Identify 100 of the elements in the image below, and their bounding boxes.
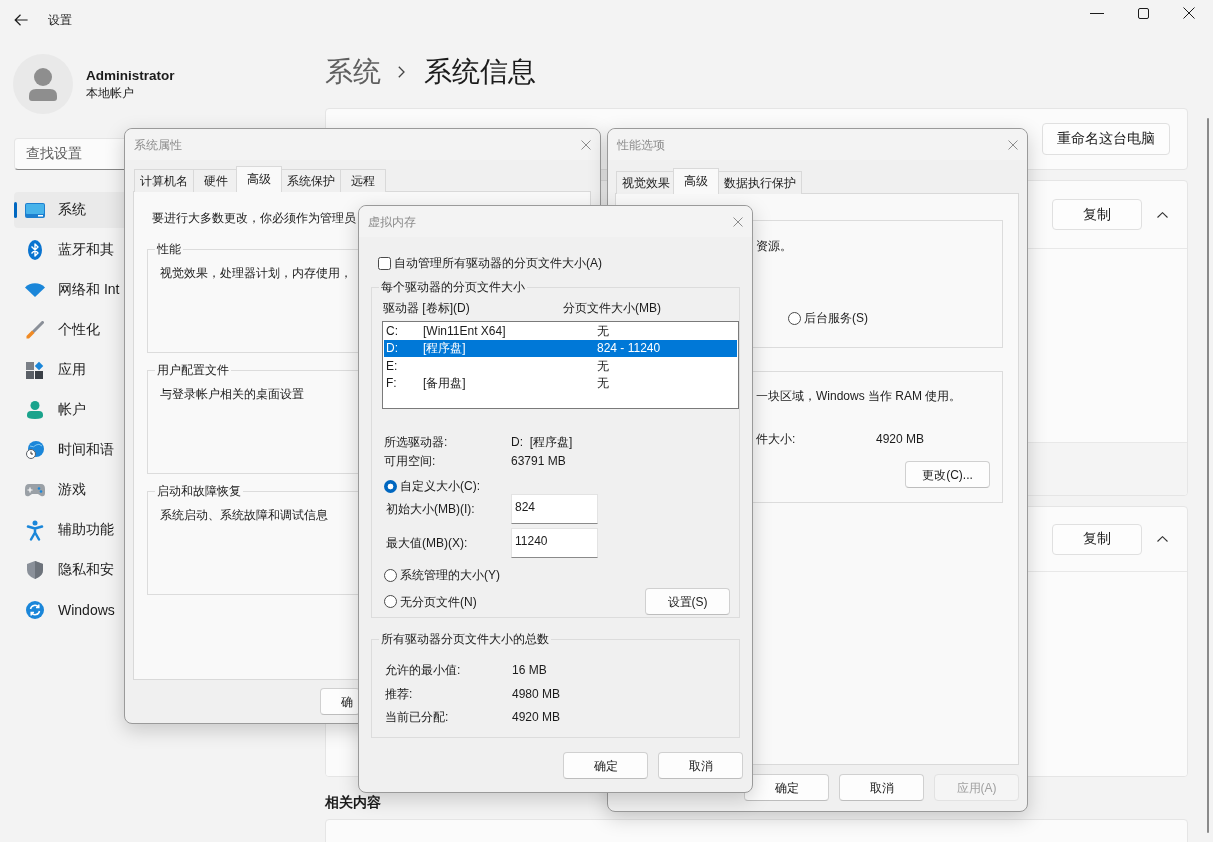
close-icon[interactable] xyxy=(1183,7,1195,19)
tab[interactable]: 计算机名 xyxy=(134,169,194,192)
volume-label: [备用盘] xyxy=(423,375,467,392)
tab[interactable]: 视觉效果 xyxy=(616,171,676,194)
group-label: 性能 xyxy=(156,241,182,257)
globe-clock-icon xyxy=(26,441,44,459)
radio-button[interactable] xyxy=(384,595,397,608)
info-label: 当前已分配: xyxy=(385,709,450,725)
volume-label: [Win11Ent X64] xyxy=(423,322,507,339)
column-header: 驱动器 [卷标](D) xyxy=(383,300,471,316)
maximum-size-field[interactable]: 11240 xyxy=(511,528,598,558)
change-button[interactable]: 更改(C)... xyxy=(905,461,990,488)
section-heading: 相关内容 xyxy=(325,793,381,812)
set-button[interactable]: 设置(S) xyxy=(645,588,730,615)
cancel-button[interactable]: 取消 xyxy=(839,774,924,801)
bluetooth-icon xyxy=(28,240,42,260)
info-value: 63791 MB xyxy=(511,452,567,469)
sync-icon xyxy=(26,601,44,619)
info-value: D: [程序盘] xyxy=(511,433,574,450)
minimize-icon[interactable] xyxy=(1090,12,1104,14)
scrollbar-thumb[interactable] xyxy=(1207,118,1209,833)
user-name: Administrator xyxy=(86,67,175,85)
paging-file-size: 无 xyxy=(597,375,610,392)
shield-icon xyxy=(27,561,43,579)
wifi-icon xyxy=(25,283,45,297)
ok-button[interactable]: 确 xyxy=(320,688,360,715)
field-label: 最大值(MB)(X): xyxy=(386,535,469,551)
tab[interactable]: 远程 xyxy=(340,169,386,192)
nav-item[interactable]: 帐户 xyxy=(14,392,124,428)
radio-button[interactable] xyxy=(384,479,397,493)
chevron-up-icon[interactable] xyxy=(1157,211,1168,218)
paging-file-size: 无 xyxy=(597,357,610,374)
drive-letter: D: xyxy=(386,340,399,357)
drive-list-item[interactable]: E: 无 xyxy=(384,357,737,375)
radio-label: 无分页文件(N) xyxy=(400,593,477,610)
account-type: 本地帐户 xyxy=(86,85,135,101)
radio-button[interactable] xyxy=(384,568,397,582)
group-description: 系统启动、系统故障和调试信息 xyxy=(160,507,328,523)
paintbrush-icon xyxy=(26,321,44,339)
back-arrow-icon[interactable] xyxy=(14,14,28,26)
tab[interactable]: 高级 xyxy=(673,168,719,194)
radio-label: 后台服务(S) xyxy=(804,310,868,326)
copy-button[interactable]: 复制 xyxy=(1052,523,1142,555)
info-label: 所选驱动器: xyxy=(384,433,449,450)
drive-list-item[interactable]: F: [备用盘] 无 xyxy=(384,374,737,392)
info-value: 16 MB xyxy=(512,662,548,678)
breadcrumb-link[interactable]: 系统 xyxy=(325,52,381,92)
apps-icon xyxy=(26,360,44,380)
group-description: 与登录帐户相关的桌面设置 xyxy=(160,386,304,402)
tab[interactable]: 高级 xyxy=(236,166,282,192)
radio-button[interactable] xyxy=(788,311,801,325)
drive-list-item[interactable]: C: [Win11Ent X64] 无 xyxy=(384,322,737,340)
info-value: 4920 MB xyxy=(876,431,926,447)
rename-pc-button[interactable]: 重命名这台电脑 xyxy=(1042,123,1170,155)
page-title: 系统信息 xyxy=(424,55,536,89)
volume-label: [程序盘] xyxy=(423,340,467,357)
info-label: 件大小: xyxy=(756,431,797,447)
drive-letter: E: xyxy=(386,357,399,374)
maximize-icon[interactable] xyxy=(1138,7,1149,19)
dialog-title: 系统属性 xyxy=(134,136,182,153)
nav-item[interactable]: 系统 xyxy=(14,192,124,228)
info-value: 4920 MB xyxy=(512,709,562,725)
drive-list-item[interactable]: D: [程序盘] 824 - 11240 xyxy=(384,339,737,357)
checkbox[interactable] xyxy=(378,256,391,270)
notice-text: 要进行大多数更改，你必须作为管理员 xyxy=(152,210,356,226)
group-label: 启动和故障恢复 xyxy=(156,483,242,499)
ok-button[interactable]: 确定 xyxy=(744,774,829,801)
cancel-button[interactable]: 取消 xyxy=(658,752,743,779)
tab[interactable]: 硬件 xyxy=(193,169,239,192)
drive-letter: F: xyxy=(386,375,398,392)
nav-item[interactable]: 个性化 xyxy=(14,312,124,348)
copy-button[interactable]: 复制 xyxy=(1052,199,1142,230)
tab[interactable]: 系统保护 xyxy=(281,169,341,192)
nav-item[interactable]: 游戏 xyxy=(14,472,124,508)
checkbox-label: 自动管理所有驱动器的分页文件大小(A) xyxy=(394,255,602,271)
info-label: 可用空间: xyxy=(384,452,437,469)
group-description: 视觉效果，处理器计划，内存使用， xyxy=(160,265,352,281)
group-label: 每个驱动器的分页文件大小 xyxy=(380,279,526,295)
nav-item[interactable]: 隐私和安 xyxy=(14,552,124,588)
initial-size-field[interactable]: 824 xyxy=(511,494,598,524)
description-text: 一块区域，Windows 当作 RAM 使用。 xyxy=(756,388,962,404)
chevron-up-icon[interactable] xyxy=(1157,536,1168,542)
nav-item[interactable]: 蓝牙和其 xyxy=(14,232,124,268)
gamepad-icon xyxy=(25,483,45,497)
radio-label: 自定义大小(C): xyxy=(400,478,480,494)
nav-item[interactable]: 网络和 Int xyxy=(14,272,124,308)
info-label: 允许的最小值: xyxy=(385,662,462,678)
nav-item[interactable]: 时间和语 xyxy=(14,432,124,468)
group-label: 所有驱动器分页文件大小的总数 xyxy=(380,631,550,647)
nav-item[interactable]: Windows xyxy=(14,592,124,628)
nav-item[interactable]: 辅助功能 xyxy=(14,512,124,548)
group-label: 用户配置文件 xyxy=(156,362,230,378)
search-field[interactable]: 查找设置 xyxy=(14,138,125,170)
accessibility-icon xyxy=(26,519,44,541)
nav-item[interactable]: 应用 xyxy=(14,352,124,388)
paging-file-size: 无 xyxy=(597,322,610,339)
info-value: 4980 MB xyxy=(512,685,562,702)
tab[interactable]: 数据执行保护 xyxy=(718,171,802,194)
paging-file-size: 824 - 11240 xyxy=(597,340,662,357)
ok-button[interactable]: 确定 xyxy=(563,752,648,779)
